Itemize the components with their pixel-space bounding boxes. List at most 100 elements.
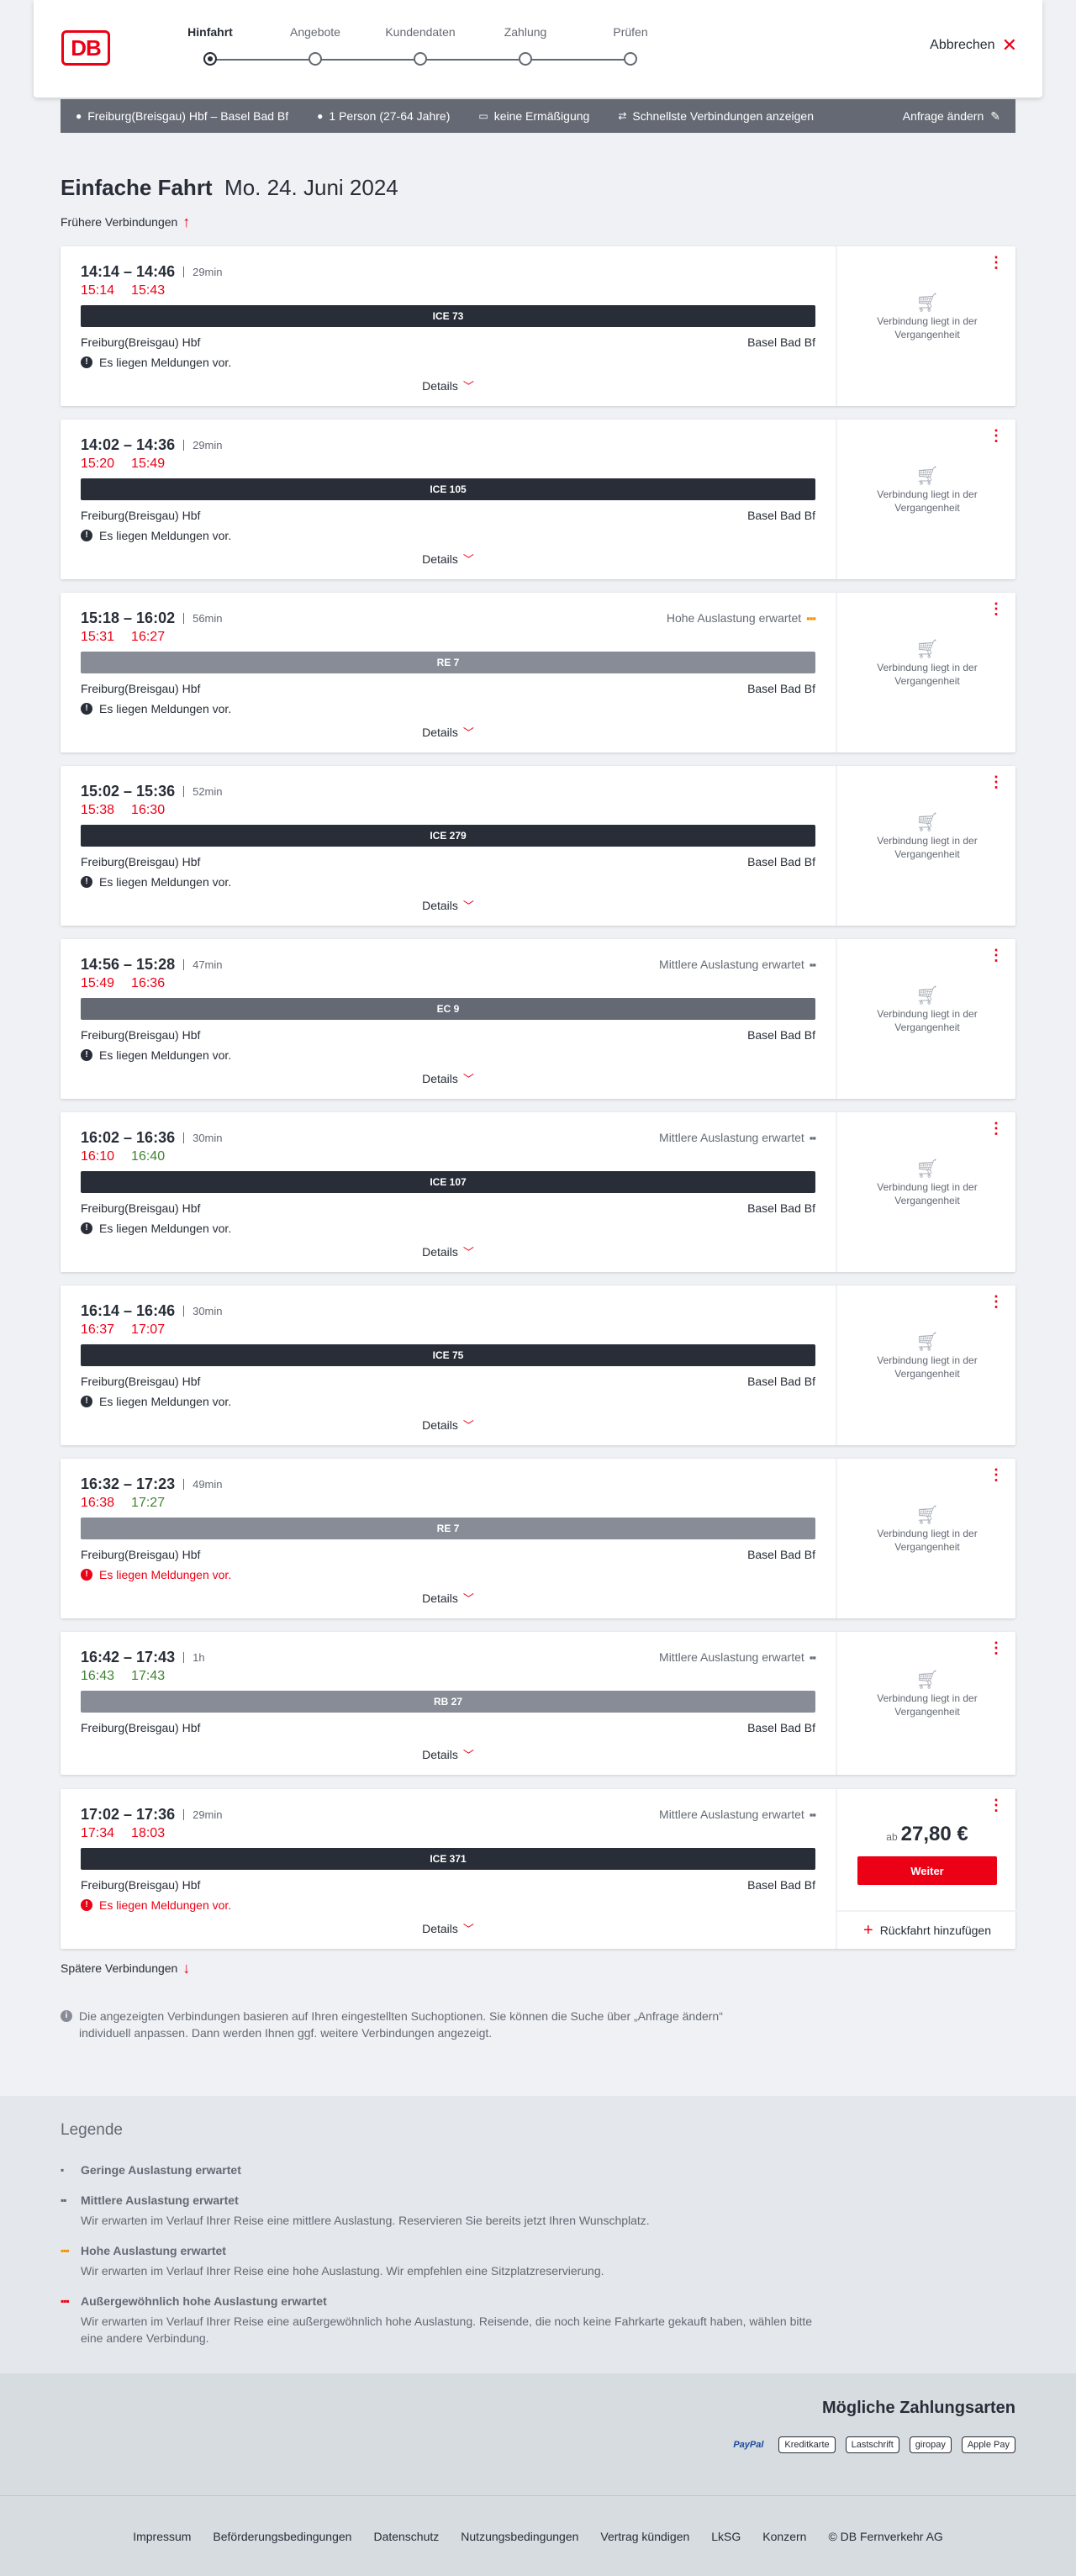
footer-link-3[interactable]: Nutzungsbedingungen [461, 2530, 578, 2543]
change-request-button[interactable]: Anfrage ändern ✎ [903, 109, 1000, 124]
connection-card[interactable]: 16:42 – 17:43 1h 16:43 17:43 Mittlere Auslas… [61, 1632, 1015, 1775]
details-toggle[interactable]: Details ﹀ [61, 1070, 836, 1086]
load-text: Mittlere Auslastung erwartet [659, 1808, 804, 1821]
to-station: Basel Bad Bf [747, 1201, 815, 1215]
connection-card[interactable]: 17:02 – 17:36 29min 17:34 18:03 Mittlere Aus… [61, 1789, 1017, 1949]
legend-title: Legende [61, 2121, 123, 2139]
more-options-icon[interactable]: ⋮ [989, 774, 1004, 789]
close-icon: ✕ [1001, 34, 1017, 55]
applepay-icon: Apple Pay [961, 2436, 1015, 2453]
db-logo[interactable]: DB [61, 30, 110, 66]
continue-button[interactable]: Weiter [857, 1856, 997, 1885]
past-text: Verbindung liegt in der Vergangenheit [877, 1692, 978, 1718]
more-options-icon[interactable]: ⋮ [989, 1294, 1004, 1309]
realtime-departure: 16:43 [81, 1669, 115, 1683]
connection-card[interactable]: 14:02 – 14:36 29min 15:20 15:49 ICE 105 Freib… [61, 420, 1015, 579]
footer-link-0[interactable]: Impressum [133, 2530, 191, 2543]
details-toggle[interactable]: Details ﹀ [61, 897, 836, 913]
add-return-button[interactable]: + Rückfahrt hinzufügen [837, 1910, 1017, 1949]
details-toggle[interactable]: Details ﹀ [61, 1590, 836, 1606]
more-options-icon[interactable]: ⋮ [989, 1121, 1004, 1136]
train-bar[interactable]: RE 7 [81, 1518, 815, 1539]
chevron-down-icon: ﹀ [462, 1246, 474, 1259]
cart-icon: 🛒︎ [915, 638, 939, 659]
message-notice[interactable]: ! Es liegen Meldungen vor. [81, 1395, 231, 1408]
message-notice[interactable]: ! Es liegen Meldungen vor. [81, 1048, 231, 1062]
realtime-arrival: 16:30 [131, 803, 166, 817]
details-label: Details [422, 1922, 458, 1935]
message-notice[interactable]: ! Es liegen Meldungen vor. [81, 875, 231, 889]
cancel-button[interactable]: Abbrechen ✕ [930, 34, 1017, 55]
more-options-icon[interactable]: ⋮ [989, 1467, 1004, 1482]
load-veryhigh-icon: ▪▪▪ [61, 2295, 70, 2307]
legend-item-text: Wir erwarten im Verlauf Ihrer Reise eine… [81, 2264, 604, 2278]
footer-link-1[interactable]: Beförderungsbedingungen [213, 2530, 351, 2543]
past-connection-info: 🛒︎ Verbindung liegt in der Vergangenheit [837, 813, 1017, 861]
train-bar[interactable]: ICE 371 [81, 1848, 815, 1870]
cart-icon: 🛒︎ [915, 1669, 939, 1690]
more-options-icon[interactable]: ⋮ [989, 428, 1004, 443]
step-label: Kundendaten [385, 25, 456, 39]
message-notice[interactable]: ! Es liegen Meldungen vor. [81, 1568, 231, 1581]
more-options-icon[interactable]: ⋮ [989, 948, 1004, 963]
from-station: Freiburg(Breisgau) Hbf [81, 682, 201, 695]
stations: Freiburg(Breisgau) Hbf Basel Bad Bf [81, 682, 815, 695]
stations: Freiburg(Breisgau) Hbf Basel Bad Bf [81, 1201, 815, 1215]
train-bar[interactable]: RE 7 [81, 652, 815, 673]
details-toggle[interactable]: Details ﹀ [61, 551, 836, 567]
train-bar[interactable]: ICE 107 [81, 1171, 815, 1193]
past-connection-info: 🛒︎ Verbindung liegt in der Vergangenheit [837, 1669, 1017, 1718]
info-note-text: Die angezeigten Verbindungen basieren au… [79, 2009, 723, 2040]
footer-link-6[interactable]: Konzern [762, 2530, 806, 2543]
footer-link-2[interactable]: Datenschutz [373, 2530, 439, 2543]
message-notice[interactable]: ! Es liegen Meldungen vor. [81, 1898, 231, 1912]
train-bar[interactable]: EC 9 [81, 998, 815, 1020]
connection-card[interactable]: 15:02 – 15:36 52min 15:38 16:30 ICE 279 Freib… [61, 766, 1015, 926]
details-label: Details [422, 552, 458, 566]
duration: 29min [183, 440, 223, 451]
connection-card[interactable]: 16:02 – 16:36 30min 16:10 16:40 Mittlere Aus… [61, 1112, 1015, 1272]
connection-side: ⋮ 🛒︎ Verbindung liegt in der Vergangenheit [836, 1285, 1015, 1445]
later-connections-link[interactable]: Spätere Verbindungen ↓ [61, 1961, 190, 1976]
message-notice[interactable]: ! Es liegen Meldungen vor. [81, 702, 231, 715]
load-mid-icon: ▪▪ [809, 958, 816, 971]
duration: 29min [183, 1809, 223, 1820]
trip-type: Einfache Fahrt [61, 175, 213, 200]
more-options-icon[interactable]: ⋮ [989, 1640, 1004, 1655]
more-options-icon[interactable]: ⋮ [989, 1797, 1004, 1813]
connection-card[interactable]: 16:32 – 17:23 49min 16:38 17:27 RE 7 Freiburg… [61, 1459, 1015, 1618]
stations: Freiburg(Breisgau) Hbf Basel Bad Bf [81, 1548, 815, 1561]
details-toggle[interactable]: Details ﹀ [61, 377, 836, 393]
earlier-connections-link[interactable]: Frühere Verbindungen ↑ [61, 214, 190, 230]
train-bar[interactable]: ICE 279 [81, 825, 815, 847]
details-toggle[interactable]: Details ﹀ [61, 1746, 836, 1762]
details-toggle[interactable]: Details ﹀ [61, 724, 836, 740]
details-label: Details [422, 1418, 458, 1432]
legend-item-low: ▪ Geringe Auslastung erwartet [61, 2163, 817, 2177]
connection-card[interactable]: 16:14 – 16:46 30min 16:37 17:07 ICE 75 Freibu… [61, 1285, 1015, 1445]
load-high-icon: ▪▪▪ [806, 611, 816, 625]
message-notice[interactable]: ! Es liegen Meldungen vor. [81, 356, 231, 369]
step-dot [309, 52, 322, 66]
chevron-down-icon: ﹀ [462, 1419, 474, 1432]
connection-card[interactable]: 15:18 – 16:02 56min 15:31 16:27 Hohe Auslast… [61, 593, 1015, 752]
train-bar[interactable]: RB 27 [81, 1691, 815, 1713]
times-text: 15:18 – 16:02 [81, 610, 176, 626]
past-text: Verbindung liegt in der Vergangenheit [877, 488, 978, 514]
more-options-icon[interactable]: ⋮ [989, 601, 1004, 616]
connection-card[interactable]: 14:14 – 14:46 29min 15:14 15:43 ICE 73 Freibu… [61, 246, 1015, 406]
details-toggle[interactable]: Details ﹀ [61, 1920, 836, 1936]
more-options-icon[interactable]: ⋮ [989, 255, 1004, 270]
footer-link-5[interactable]: LkSG [711, 2530, 741, 2543]
train-bar[interactable]: ICE 105 [81, 478, 815, 500]
train-bar[interactable]: ICE 73 [81, 305, 815, 327]
train-bar[interactable]: ICE 75 [81, 1344, 815, 1366]
load-indicator: Mittlere Auslastung erwartet ▪▪ [659, 1650, 816, 1664]
details-toggle[interactable]: Details ﹀ [61, 1243, 836, 1259]
message-notice[interactable]: ! Es liegen Meldungen vor. [81, 529, 231, 542]
connection-card[interactable]: 14:56 – 15:28 47min 15:49 16:36 Mittlere Aus… [61, 939, 1015, 1099]
message-notice[interactable]: ! Es liegen Meldungen vor. [81, 1222, 231, 1235]
details-toggle[interactable]: Details ﹀ [61, 1417, 836, 1433]
message-text: Es liegen Meldungen vor. [99, 1048, 232, 1062]
footer-link-4[interactable]: Vertrag kündigen [600, 2530, 689, 2543]
